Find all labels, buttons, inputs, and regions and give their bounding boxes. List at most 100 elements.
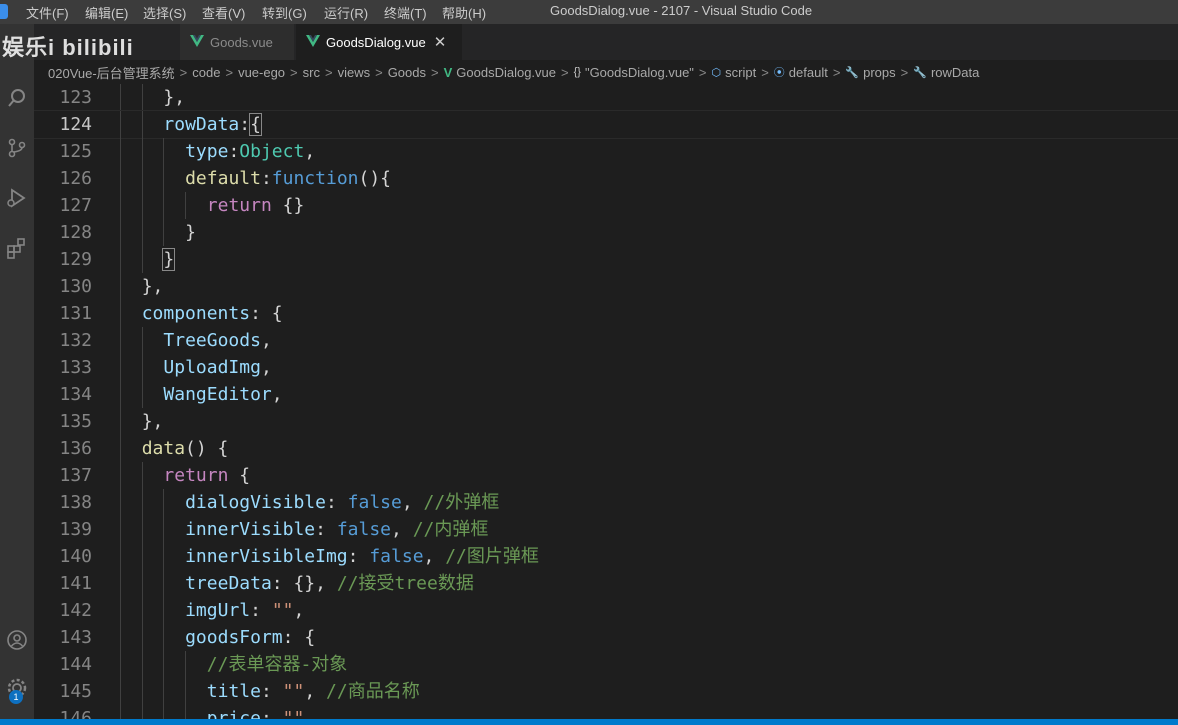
extensions-icon[interactable] <box>0 234 34 262</box>
run-debug-icon[interactable] <box>0 184 34 212</box>
wrench-icon: 🔧 <box>845 66 860 79</box>
code-text: treeData: {}, //接受tree数据 <box>185 570 474 597</box>
code-line[interactable]: 127 return {} <box>34 192 1178 219</box>
breadcrumb-item[interactable]: 020Vue-后台管理系统 <box>48 63 175 82</box>
breadcrumb-label: default <box>788 64 828 80</box>
code-text: return { <box>163 462 250 489</box>
code-line[interactable]: 136 data() { <box>34 435 1178 462</box>
code-text: price: "" <box>207 705 305 719</box>
breadcrumb-item[interactable]: Goods <box>388 65 426 80</box>
code-line[interactable]: 133 UploadImg, <box>34 354 1178 381</box>
code-editor[interactable]: 123}, 124 rowData:{125 type:Object, 126 defau… <box>34 84 1178 719</box>
code-token: : <box>347 546 370 567</box>
code-token: , <box>304 681 327 702</box>
code-line[interactable]: 141 treeData: {}, //接受tree数据 <box>34 570 1178 597</box>
tab-label: GoodsDialog.vue <box>326 34 426 50</box>
code-line[interactable]: 144 //表单容器-对象 <box>34 651 1178 678</box>
code-line[interactable]: 146 price: "" <box>34 705 1178 719</box>
breadcrumb-item[interactable]: ⬡ script <box>712 65 757 80</box>
indent-guide <box>141 219 143 246</box>
breadcrumb-item[interactable]: 🔧 props <box>845 65 895 80</box>
vue-file-icon <box>306 34 320 50</box>
breadcrumb-item[interactable]: src <box>303 65 320 80</box>
code-token: treeData <box>185 573 272 594</box>
source-control-icon[interactable] <box>0 134 34 162</box>
breadcrumb-item[interactable]: V GoodsDialog.vue <box>444 65 556 80</box>
menu-item[interactable]: 终端(T) <box>384 3 427 22</box>
code-token: WangEditor <box>163 384 272 405</box>
code-token: //表单容器-对象 <box>206 654 348 675</box>
indent-guide <box>163 219 165 246</box>
tab-goodsdialog-vue[interactable]: GoodsDialog.vue ✕ <box>296 24 462 60</box>
code-line[interactable]: 140 innerVisibleImg: false, //图片弹框 <box>34 543 1178 570</box>
line-number: 145 <box>59 681 92 702</box>
breadcrumb-item[interactable]: {} "GoodsDialog.vue" <box>574 65 694 80</box>
code-line[interactable]: 129} <box>34 246 1178 273</box>
indent-guide <box>141 543 143 570</box>
code-line[interactable]: 123}, <box>34 84 1178 111</box>
tab-goods-vue[interactable]: Goods.vue <box>180 24 294 60</box>
cube-icon: ⬡ <box>711 66 722 79</box>
code-line[interactable]: 125 type:Object, <box>34 138 1178 165</box>
code-text: }, <box>142 273 164 300</box>
indent-guide <box>141 462 143 489</box>
code-line[interactable]: 130}, <box>34 273 1178 300</box>
code-token: { <box>249 113 262 136</box>
breadcrumb-separator: > <box>290 64 298 80</box>
indent-guide <box>141 705 143 719</box>
code-line[interactable]: 134 WangEditor, <box>34 381 1178 408</box>
breadcrumb-separator: > <box>761 64 769 80</box>
code-token: price <box>206 708 261 719</box>
menu-item[interactable]: 帮助(H) <box>442 3 486 22</box>
account-icon[interactable] <box>0 626 34 654</box>
code-token: type <box>185 141 229 162</box>
indent-guide <box>141 192 143 219</box>
line-number: 124 <box>59 114 92 135</box>
indent-guide <box>120 327 121 354</box>
menu-item[interactable]: 编辑(E) <box>85 3 128 22</box>
code-text: } <box>185 219 196 246</box>
code-text: }, <box>142 408 164 435</box>
code-line[interactable]: 135}, <box>34 408 1178 435</box>
menu-item[interactable]: 转到(G) <box>262 3 307 22</box>
code-text: }, <box>163 84 185 111</box>
code-line[interactable]: 124 rowData:{ <box>34 110 1178 139</box>
indent-guide <box>120 381 121 408</box>
breadcrumb-item[interactable]: ⦿ default <box>774 64 828 80</box>
indent-guide <box>120 597 121 624</box>
breadcrumb-separator: > <box>431 64 439 80</box>
code-line[interactable]: 126 default:function(){ <box>34 165 1178 192</box>
code-text: imgUrl: "", <box>185 597 304 624</box>
menu-item[interactable]: 文件(F) <box>26 3 69 22</box>
code-token: : <box>260 708 283 719</box>
code-line[interactable]: 128} <box>34 219 1178 246</box>
code-line[interactable]: 142 imgUrl: "", <box>34 597 1178 624</box>
breadcrumb-item[interactable]: code <box>192 65 220 80</box>
breadcrumb-label: script <box>725 64 757 80</box>
code-line[interactable]: 139 innerVisible: false, //内弹框 <box>34 516 1178 543</box>
breadcrumb-item[interactable]: views <box>338 65 371 80</box>
code-line[interactable]: 138 dialogVisible: false, //外弹框 <box>34 489 1178 516</box>
code-line[interactable]: 137 return { <box>34 462 1178 489</box>
code-line[interactable]: 132 TreeGoods, <box>34 327 1178 354</box>
code-line[interactable]: 145 title: "", //商品名称 <box>34 678 1178 705</box>
menu-item[interactable]: 选择(S) <box>143 3 186 22</box>
code-text: rowData:{ <box>163 111 262 138</box>
indent-guide <box>120 354 121 381</box>
code-token: {} <box>271 195 305 216</box>
menu-item[interactable]: 运行(R) <box>324 3 368 22</box>
breadcrumb-label: props <box>863 64 896 80</box>
breadcrumb-item[interactable]: vue-ego <box>238 65 285 80</box>
code-token: title <box>206 681 261 702</box>
line-number: 131 <box>59 303 92 324</box>
indent-guide <box>141 381 143 408</box>
search-icon[interactable] <box>0 84 34 112</box>
breadcrumb-item[interactable]: 🔧 rowData <box>913 65 979 80</box>
code-line[interactable]: 143 goodsForm: { <box>34 624 1178 651</box>
line-number: 142 <box>59 600 92 621</box>
close-tab-icon[interactable]: ✕ <box>434 33 447 51</box>
line-number: 133 <box>59 357 92 378</box>
code-token: , <box>293 600 305 621</box>
menu-item[interactable]: 查看(V) <box>202 3 245 22</box>
code-line[interactable]: 131 components: { <box>34 300 1178 327</box>
